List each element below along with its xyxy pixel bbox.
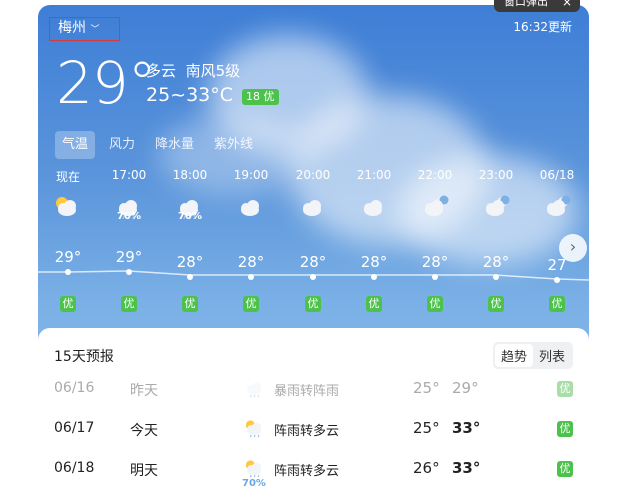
forecast-date: 06/18 xyxy=(54,460,95,476)
air-quality-badge: 优 xyxy=(60,296,76,312)
forecast-high: 33° xyxy=(452,459,481,477)
hour-time: 06/18 xyxy=(539,168,575,182)
forecast-aqi: 优 xyxy=(557,381,573,397)
forecast-aqi: 优 xyxy=(557,421,573,437)
hour-time: 19:00 xyxy=(233,168,269,182)
air-quality-badge: 优 xyxy=(182,296,198,312)
window-popup-bar[interactable]: 窗口弹出 × xyxy=(494,0,580,12)
forecast-date: 06/16 xyxy=(54,380,95,396)
hour-time: 22:00 xyxy=(417,168,453,182)
city-name: 梅州 xyxy=(58,20,86,36)
temperature-range: 25~33°C xyxy=(146,84,234,106)
air-quality-badge: 优 xyxy=(366,296,382,312)
forecast-row[interactable]: 06/17 今天 阵雨转多云 25° 33° 优 xyxy=(38,414,589,446)
view-list-button[interactable]: 列表 xyxy=(533,344,571,367)
metric-tabs: 气温 风力 降水量 紫外线 xyxy=(55,131,273,159)
hour-temperature: 29° xyxy=(115,248,143,266)
close-icon[interactable]: × xyxy=(562,0,572,12)
aqi-badge[interactable]: 18 优 xyxy=(242,89,279,105)
forecast-day: 今天 xyxy=(130,423,158,439)
tab-wind[interactable]: 风力 xyxy=(109,131,135,159)
forecast-day: 明天 xyxy=(130,463,158,479)
forecast-aqi: 优 xyxy=(557,461,573,477)
cloud-icon xyxy=(231,193,271,221)
forecast-desc: 阵雨转多云 xyxy=(274,424,340,439)
sun-rain-icon xyxy=(242,416,268,440)
chevron-down-icon: ﹀ xyxy=(90,25,100,35)
hour-time: 17:00 xyxy=(111,168,147,182)
update-time: 16:32更新 xyxy=(513,20,572,34)
moon-cloud-icon xyxy=(415,193,455,221)
moon-cloud-icon xyxy=(476,193,516,221)
moon-cloud-icon xyxy=(537,193,577,221)
cloud-icon xyxy=(293,193,333,221)
hour-time: 20:00 xyxy=(295,168,331,182)
air-quality-badge: 优 xyxy=(243,296,259,312)
forecast-title: 15天预报 xyxy=(54,349,114,365)
hour-time: 21:00 xyxy=(356,168,392,182)
hour-time: 现在 xyxy=(55,170,80,184)
wind-text: 南风5级 xyxy=(185,62,241,80)
forecast-precip: 70% xyxy=(242,478,266,489)
hour-time: 18:00 xyxy=(172,168,208,182)
view-trend-button[interactable]: 趋势 xyxy=(494,344,533,367)
forecast-desc: 暴雨转阵雨 xyxy=(274,384,340,399)
forecast-high: 29° xyxy=(452,379,479,397)
forecast-day: 昨天 xyxy=(130,383,158,399)
condition-text: 多云 xyxy=(146,62,177,80)
precip-probability: 70% xyxy=(178,211,202,222)
cloud-icon xyxy=(354,193,394,221)
forecast-low: 26° xyxy=(413,459,440,477)
forecast-date: 06/17 xyxy=(54,420,95,436)
forecast-row[interactable]: 06/18 明天 阵雨转多云 26° 33° 优 70% xyxy=(38,454,589,489)
temperature-curve xyxy=(38,270,589,281)
air-quality-badge: 优 xyxy=(121,296,137,312)
air-quality-badge: 优 xyxy=(305,296,321,312)
tab-temperature[interactable]: 气温 xyxy=(55,131,96,159)
forecast-low: 25° xyxy=(413,419,440,437)
forecast-low: 25° xyxy=(413,379,440,397)
hour-time: 23:00 xyxy=(478,168,514,182)
forecast-row[interactable]: 06/16 昨天 暴雨转阵雨 25° 29° 优 xyxy=(38,374,589,406)
hour-temperature: 29° xyxy=(54,248,82,266)
air-quality-badge: 优 xyxy=(427,296,443,312)
popup-label: 窗口弹出 xyxy=(504,0,548,8)
rain-cloud-icon xyxy=(242,376,268,400)
tab-uv[interactable]: 紫外线 xyxy=(214,131,253,159)
current-temperature: 29° xyxy=(56,49,157,117)
forecast-high: 33° xyxy=(452,419,481,437)
forecast-panel: 15天预报 趋势 列表 06/16 昨天 暴雨转阵雨 25° 29° 优 06/17 今天 阵雨… xyxy=(38,328,589,500)
precip-probability: 70% xyxy=(117,211,141,222)
sun-rain-icon xyxy=(242,456,268,480)
air-quality-badge: 优 xyxy=(488,296,504,312)
city-selector[interactable]: 梅州 ﹀ xyxy=(49,17,120,41)
chevron-right-icon[interactable]: › xyxy=(559,234,587,262)
forecast-desc: 阵雨转多云 xyxy=(274,464,340,479)
sun-cloud-icon xyxy=(48,193,88,221)
tab-precipitation[interactable]: 降水量 xyxy=(155,131,194,159)
view-toggle: 趋势 列表 xyxy=(492,342,573,369)
current-condition: 多云 南风5级 xyxy=(146,60,240,81)
air-quality-badge: 优 xyxy=(549,296,565,312)
